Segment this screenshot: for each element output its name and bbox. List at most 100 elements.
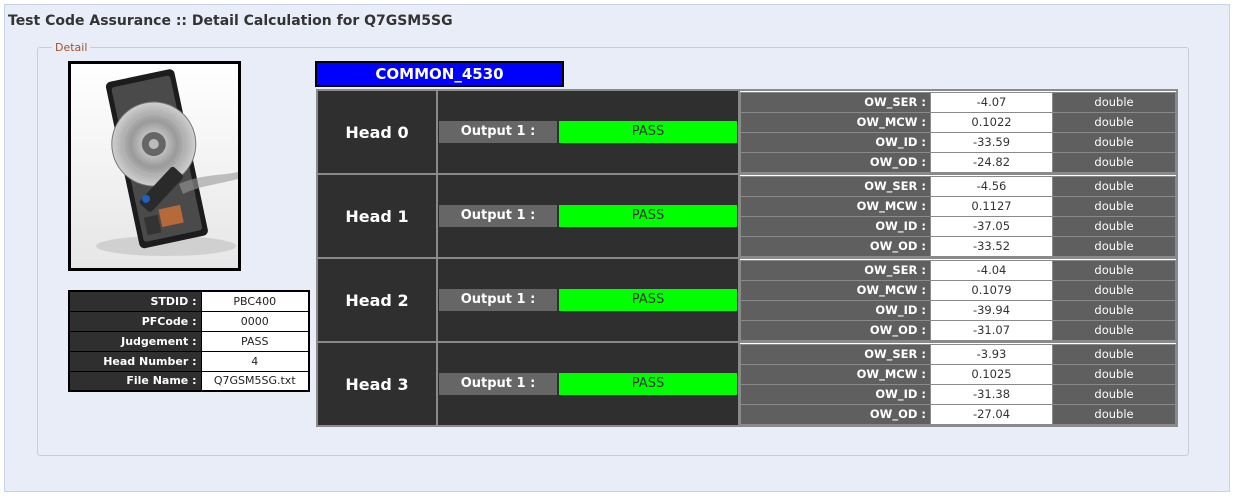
info-value: PASS — [200, 330, 310, 352]
param-value: -37.05 — [930, 215, 1053, 237]
param-type: double — [1052, 383, 1176, 405]
param-name: OW_SER : — [740, 175, 931, 197]
head-row: Head 1 Output 1 : PASS OW_SER : -4.56 doub… — [316, 173, 1178, 259]
param-row: OW_ID : -37.05 double — [740, 215, 1176, 237]
param-name: OW_SER : — [740, 259, 931, 281]
info-row: STDID : PBC400 — [68, 290, 310, 312]
info-row: Head Number : 4 — [68, 350, 310, 372]
param-table: OW_SER : -4.04 double OW_MCW :0.1079 double… — [740, 259, 1176, 341]
head-row: Head 2 Output 1 : PASS OW_SER : -4.04 doub… — [316, 257, 1178, 343]
param-name: OW_MCW : — [740, 363, 931, 385]
params-cell: OW_SER : -3.93 double OW_MCW :0.1025 double… — [738, 341, 1178, 427]
info-row: PFCode : 0000 — [68, 310, 310, 332]
param-name: OW_MCW : — [740, 195, 931, 217]
info-row: Judgement : PASS — [68, 330, 310, 352]
param-type: double — [1052, 91, 1176, 113]
param-value: -31.07 — [930, 319, 1053, 341]
param-row: OW_OD : -27.04 double — [740, 403, 1176, 425]
param-value: -33.59 — [930, 131, 1053, 153]
param-type: double — [1052, 363, 1176, 385]
param-row: OW_ID : -33.59 double — [740, 131, 1176, 153]
param-name: OW_OD : — [740, 319, 931, 341]
param-type: double — [1052, 195, 1176, 217]
info-value: 4 — [200, 350, 310, 372]
output-status: PASS — [559, 205, 737, 227]
param-name: OW_OD : — [740, 403, 931, 425]
output-status: PASS — [559, 121, 737, 143]
param-value: -4.07 — [930, 91, 1053, 113]
output-label: Output 1 : — [439, 121, 557, 143]
param-name: OW_ID : — [740, 383, 931, 405]
info-value: PBC400 — [200, 290, 310, 312]
param-value: 0.1022 — [930, 111, 1053, 133]
param-value: 0.1025 — [930, 363, 1053, 385]
param-type: double — [1052, 175, 1176, 197]
head-name: Head 2 — [316, 257, 438, 343]
output-cell: Output 1 : PASS — [436, 257, 740, 343]
output-status: PASS — [559, 373, 737, 395]
param-name: OW_OD : — [740, 235, 931, 257]
head-table: Head 0 Output 1 : PASS OW_SER : -4.07 doub… — [316, 89, 1178, 427]
param-row: OW_MCW :0.1025 double — [740, 363, 1176, 385]
output-cell: Output 1 : PASS — [436, 173, 740, 259]
info-label: File Name : — [68, 370, 202, 392]
param-type: double — [1052, 131, 1176, 153]
detail-legend: Detail — [52, 41, 91, 54]
param-type: double — [1052, 279, 1176, 301]
info-label: PFCode : — [68, 310, 202, 332]
page-title: Test Code Assurance :: Detail Calculatio… — [8, 13, 453, 29]
param-row: OW_MCW :0.1127 double — [740, 195, 1176, 217]
param-type: double — [1052, 259, 1176, 281]
output-label: Output 1 : — [439, 373, 557, 395]
head-row: Head 0 Output 1 : PASS OW_SER : -4.07 doub… — [316, 89, 1178, 175]
output-status: PASS — [559, 289, 737, 311]
output-label: Output 1 : — [439, 289, 557, 311]
params-cell: OW_SER : -4.07 double OW_MCW :0.1022 double… — [738, 89, 1178, 175]
param-row: OW_SER : -3.93 double — [740, 343, 1176, 365]
head-name: Head 0 — [316, 89, 438, 175]
param-value: -31.38 — [930, 383, 1053, 405]
param-type: double — [1052, 319, 1176, 341]
param-type: double — [1052, 235, 1176, 257]
param-value: -4.56 — [930, 175, 1053, 197]
output-cell: Output 1 : PASS — [436, 341, 740, 427]
param-name: OW_SER : — [740, 91, 931, 113]
param-name: OW_MCW : — [740, 111, 931, 133]
param-value: -33.52 — [930, 235, 1053, 257]
param-name: OW_SER : — [740, 343, 931, 365]
output-cell: Output 1 : PASS — [436, 89, 740, 175]
info-table: STDID : PBC400 PFCode : 0000 Judgement :… — [68, 290, 310, 392]
param-value: -24.82 — [930, 151, 1053, 173]
head-name: Head 3 — [316, 341, 438, 427]
param-row: OW_SER : -4.56 double — [740, 175, 1176, 197]
param-name: OW_OD : — [740, 151, 931, 173]
param-row: OW_SER : -4.04 double — [740, 259, 1176, 281]
param-type: double — [1052, 215, 1176, 237]
param-name: OW_ID : — [740, 215, 931, 237]
param-value: -3.93 — [930, 343, 1053, 365]
param-name: OW_ID : — [740, 299, 931, 321]
param-value: 0.1079 — [930, 279, 1053, 301]
common-title: COMMON_4530 — [315, 61, 564, 87]
param-table: OW_SER : -4.07 double OW_MCW :0.1022 double… — [740, 91, 1176, 173]
head-row: Head 3 Output 1 : PASS OW_SER : -3.93 doub… — [316, 341, 1178, 427]
param-name: OW_MCW : — [740, 279, 931, 301]
param-table: OW_SER : -3.93 double OW_MCW :0.1025 double… — [740, 343, 1176, 425]
param-value: 0.1127 — [930, 195, 1053, 217]
param-value: -39.94 — [930, 299, 1053, 321]
param-table: OW_SER : -4.56 double OW_MCW :0.1127 double… — [740, 175, 1176, 257]
param-type: double — [1052, 343, 1176, 365]
params-cell: OW_SER : -4.04 double OW_MCW :0.1079 double… — [738, 257, 1178, 343]
param-type: double — [1052, 403, 1176, 425]
param-row: OW_OD : -31.07 double — [740, 319, 1176, 341]
output-label: Output 1 : — [439, 205, 557, 227]
param-row: OW_ID : -31.38 double — [740, 383, 1176, 405]
info-label: Judgement : — [68, 330, 202, 352]
param-type: double — [1052, 299, 1176, 321]
info-value: 0000 — [200, 310, 310, 332]
param-row: OW_OD : -24.82 double — [740, 151, 1176, 173]
params-cell: OW_SER : -4.56 double OW_MCW :0.1127 double… — [738, 173, 1178, 259]
hard-drive-image — [68, 61, 241, 271]
info-label: Head Number : — [68, 350, 202, 372]
info-label: STDID : — [68, 290, 202, 312]
